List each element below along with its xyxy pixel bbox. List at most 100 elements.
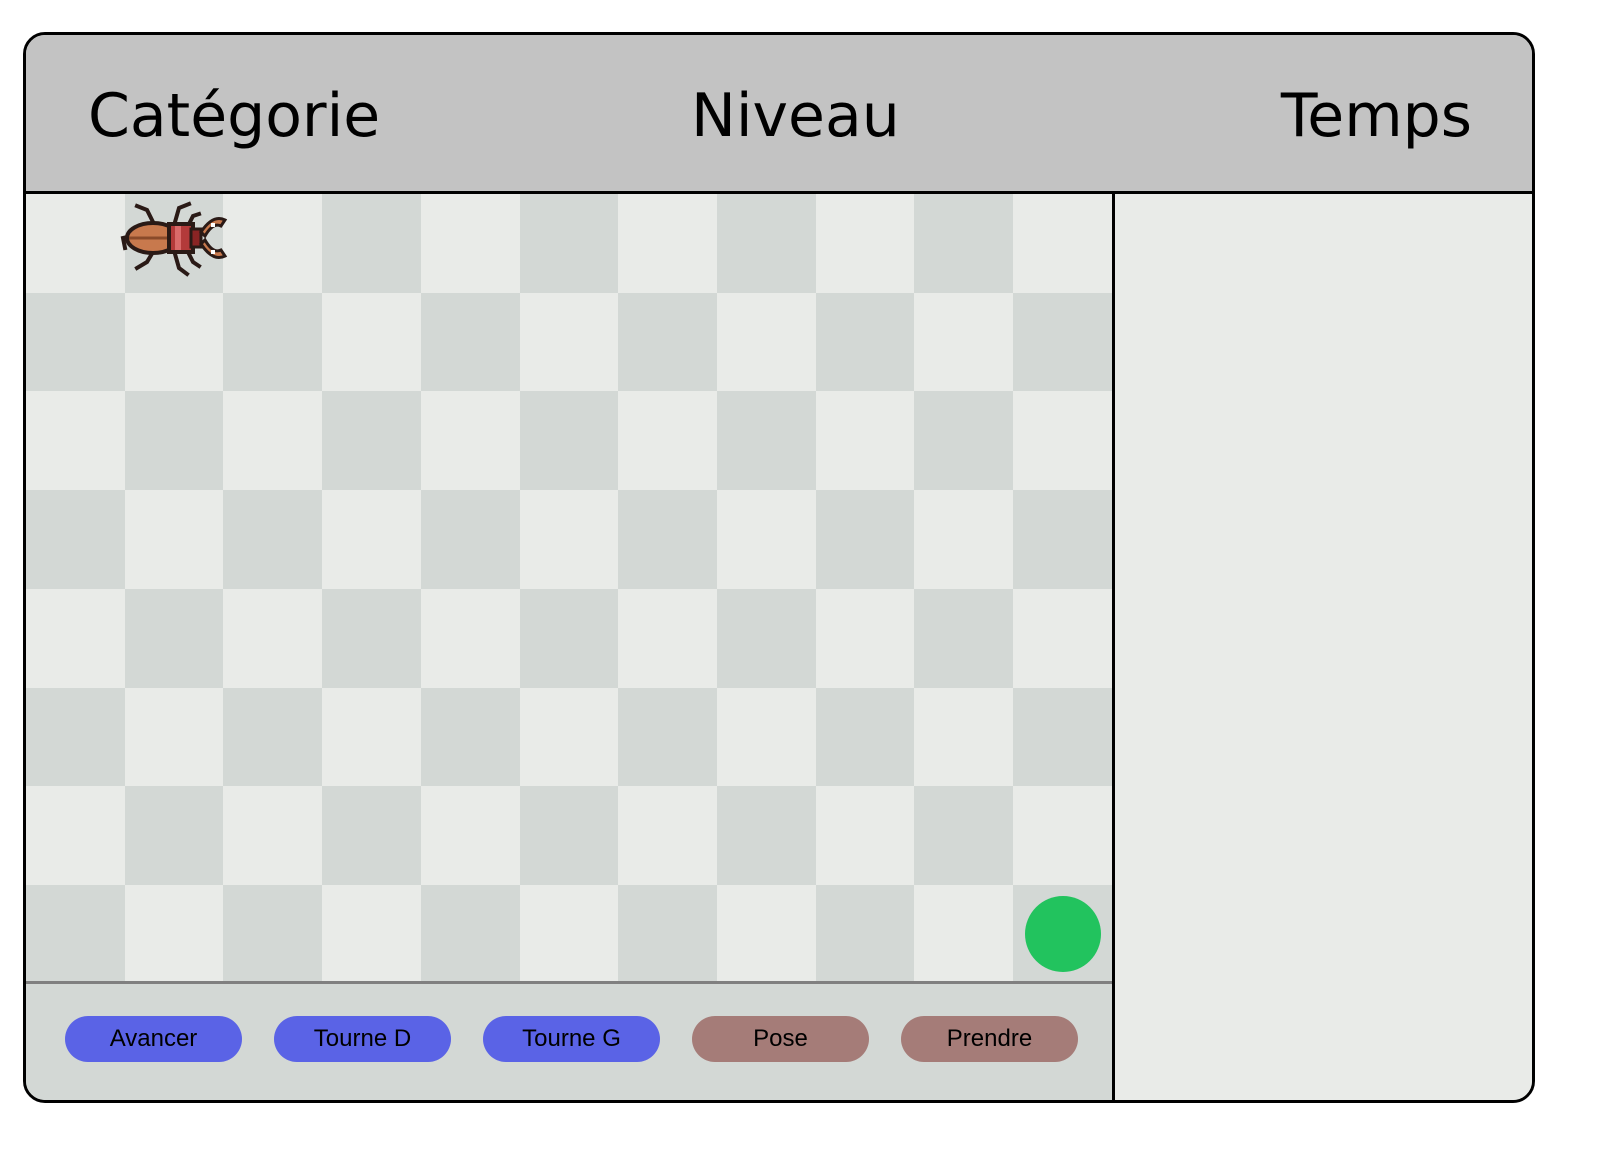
board-cell [322,490,421,589]
board-cell [26,885,125,984]
time-label: Temps [1280,81,1472,151]
board-cell [322,391,421,490]
board-cell [125,589,224,688]
board-cell [618,688,717,787]
board-cell [914,688,1013,787]
board-cell [26,194,125,293]
board-cell [322,688,421,787]
board-cell [914,589,1013,688]
board-cell [421,688,520,787]
board-cell [520,688,619,787]
board-cell [223,490,322,589]
board-cell [125,786,224,885]
board-cell [717,786,816,885]
board-cell [421,490,520,589]
board-cell [618,885,717,984]
board-cell [26,391,125,490]
board-cell [1013,589,1112,688]
board-cell [322,589,421,688]
board-cell [717,391,816,490]
board-cell [520,589,619,688]
board-cell [816,786,915,885]
board-cell [520,786,619,885]
board-cell [816,490,915,589]
board-cell [816,688,915,787]
board-cell [1013,293,1112,392]
board-cell [816,885,915,984]
board-cell [618,786,717,885]
board-cell [914,490,1013,589]
level-label: Niveau [691,81,900,151]
board-cell [1013,786,1112,885]
board-cell [816,589,915,688]
board-cell [26,786,125,885]
board-cell [421,589,520,688]
board-cell [421,194,520,293]
board-cell [1013,194,1112,293]
board-cell [125,490,224,589]
board-cell [421,293,520,392]
board-cell [223,293,322,392]
board-cell [914,885,1013,984]
board-cell [717,293,816,392]
board-cell [223,589,322,688]
board-cell [322,885,421,984]
board-cell [1013,391,1112,490]
board-cell [26,688,125,787]
board-cell [1013,688,1112,787]
prendre-button[interactable]: Prendre [901,1016,1078,1062]
board-cell [618,293,717,392]
board-cell [322,293,421,392]
board-cell [223,786,322,885]
board-cell [26,293,125,392]
controls-bar: Avancer Tourne D Tourne G Pose Prendre [26,984,1112,1100]
board-cell [223,391,322,490]
board-cell [421,885,520,984]
board-cell [223,194,322,293]
board-cell [125,688,224,787]
board-cell [421,786,520,885]
board-cell [520,885,619,984]
board-cell [816,391,915,490]
board-cell [618,490,717,589]
game-frame: Catégorie Niveau Temps Avancer Tourne D … [23,32,1535,1103]
tourne-d-button[interactable]: Tourne D [274,1016,451,1062]
board-cell [914,194,1013,293]
board-cell [914,391,1013,490]
tourne-g-button[interactable]: Tourne G [483,1016,660,1062]
board-cell [717,490,816,589]
board-cell [125,885,224,984]
avancer-button[interactable]: Avancer [65,1016,242,1062]
board-cell [125,391,224,490]
board-cell [914,786,1013,885]
side-panel [1115,194,1532,1100]
goal-marker [1025,896,1101,972]
board-cell [816,194,915,293]
board-cell [717,589,816,688]
board-cell [914,293,1013,392]
header-bar: Catégorie Niveau Temps [26,35,1532,194]
board-cell [520,293,619,392]
board-cell [717,688,816,787]
category-label: Catégorie [88,81,381,151]
board-cell [26,589,125,688]
board-cell [1013,490,1112,589]
board-cell [618,194,717,293]
board-cell [520,490,619,589]
board-cell [223,688,322,787]
board-cell [322,786,421,885]
board-cell [717,885,816,984]
game-board [26,194,1112,984]
board-cell [421,391,520,490]
stag-beetle-icon [117,196,229,289]
board-cell [520,391,619,490]
board-cell [322,194,421,293]
pose-button[interactable]: Pose [692,1016,869,1062]
board-cell [618,391,717,490]
board-cell [125,293,224,392]
board-cell [816,293,915,392]
board-cell [26,490,125,589]
board-cell [520,194,619,293]
board-cell [717,194,816,293]
board-cell [223,885,322,984]
